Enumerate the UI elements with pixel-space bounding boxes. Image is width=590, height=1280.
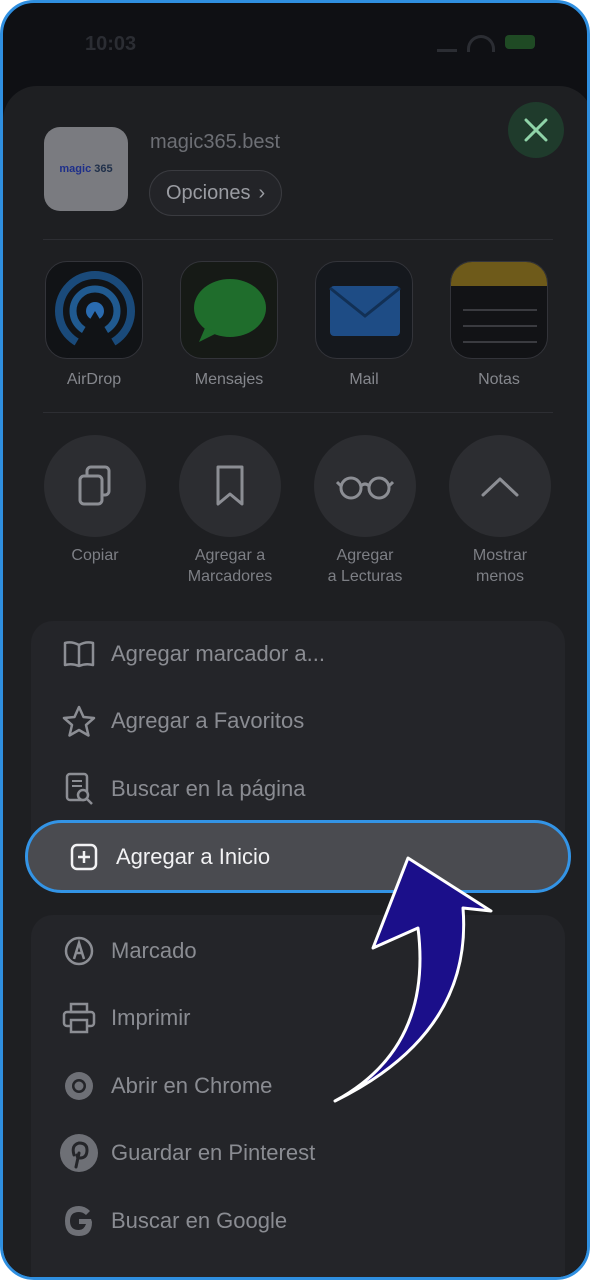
printer-icon: [62, 1002, 96, 1034]
menu-save-pinterest[interactable]: Guardar en Pinterest: [31, 1123, 565, 1183]
action-copy[interactable]: Copiar: [30, 435, 160, 566]
phone-screen: 10:03 magic 365 magic365.best Opciones ›…: [0, 0, 590, 1280]
app-mail[interactable]: Mail: [314, 261, 414, 389]
google-icon: [65, 1206, 92, 1236]
signal-icon: [437, 35, 457, 52]
star-icon: [62, 705, 96, 737]
status-time: 10:03: [85, 33, 137, 55]
add-square-icon: [70, 843, 98, 870]
find-in-page-icon: [65, 772, 93, 805]
chrome-icon: [65, 1072, 93, 1100]
chevron-right-icon: ›: [258, 181, 266, 204]
pinterest-icon: [60, 1134, 98, 1172]
app-label: Notas: [478, 371, 520, 388]
action-label: Agregar: [336, 547, 394, 564]
menu-label: Imprimir: [111, 1005, 191, 1030]
action-add-bookmark[interactable]: Agregar a Marcadores: [165, 435, 295, 587]
book-icon: [63, 641, 95, 668]
status-bar: 10:03: [3, 3, 587, 83]
app-airdrop[interactable]: AirDrop: [44, 261, 144, 389]
notes-icon: [450, 261, 548, 359]
action-label-line2: menos: [475, 568, 525, 585]
menu-add-bookmark-to[interactable]: Agregar marcador a...: [31, 624, 565, 684]
menu-label: Agregar a Favoritos: [111, 708, 305, 733]
divider: [43, 412, 553, 413]
site-icon: magic 365: [44, 127, 128, 211]
action-circle: [449, 435, 551, 537]
chevron-up-icon: [481, 477, 519, 497]
app-label: AirDrop: [66, 371, 122, 388]
menu-search-google[interactable]: Buscar en Google: [31, 1191, 565, 1251]
markup-icon: [64, 936, 94, 966]
menu-label: Abrir en Chrome: [111, 1073, 273, 1098]
divider: [43, 239, 553, 240]
bookmark-icon: [216, 465, 244, 506]
copy-icon: [78, 465, 111, 506]
site-domain: magic365.best: [150, 131, 281, 153]
menu-find-in-page[interactable]: Buscar en la página: [31, 759, 565, 819]
airdrop-icon: [45, 261, 143, 359]
close-button[interactable]: [508, 102, 564, 158]
action-circle: [314, 435, 416, 537]
site-logo: magic 365: [59, 163, 113, 175]
messages-icon: [180, 261, 278, 359]
close-icon: [524, 118, 548, 142]
battery-icon: [505, 35, 535, 49]
action-reading-list[interactable]: Agregar a Lecturas: [300, 435, 430, 587]
action-show-less[interactable]: Mostrar menos: [435, 435, 565, 587]
wifi-icon: [467, 35, 495, 52]
menu-add-favorites[interactable]: Agregar a Favoritos: [31, 691, 565, 751]
action-label-line2: Marcadores: [187, 568, 273, 585]
action-circle: [44, 435, 146, 537]
curved-arrow-annotation: [333, 856, 493, 1103]
app-notes[interactable]: Notas: [449, 261, 549, 389]
menu-label: Marcado: [111, 938, 197, 963]
action-label-line2: a Lecturas: [327, 568, 403, 585]
menu-label: Agregar marcador a...: [111, 641, 325, 666]
menu-label: Buscar en la página: [111, 776, 306, 801]
menu-label: Buscar en Google: [111, 1208, 288, 1233]
mail-icon: [315, 261, 413, 359]
menu-label: Agregar a Inicio: [116, 843, 271, 869]
action-label: Mostrar: [472, 547, 528, 564]
app-label: Mail: [349, 371, 379, 388]
action-label: Agregar a: [194, 547, 266, 564]
options-button[interactable]: Opciones ›: [149, 170, 283, 216]
menu-label: Guardar en Pinterest: [111, 1140, 316, 1165]
glasses-icon: [336, 476, 394, 500]
action-label: Copiar: [71, 547, 119, 564]
options-label: Opciones: [166, 181, 251, 204]
action-circle: [179, 435, 281, 537]
app-messages[interactable]: Mensajes: [179, 261, 279, 389]
status-icons: [437, 35, 535, 52]
app-label: Mensajes: [194, 371, 264, 388]
